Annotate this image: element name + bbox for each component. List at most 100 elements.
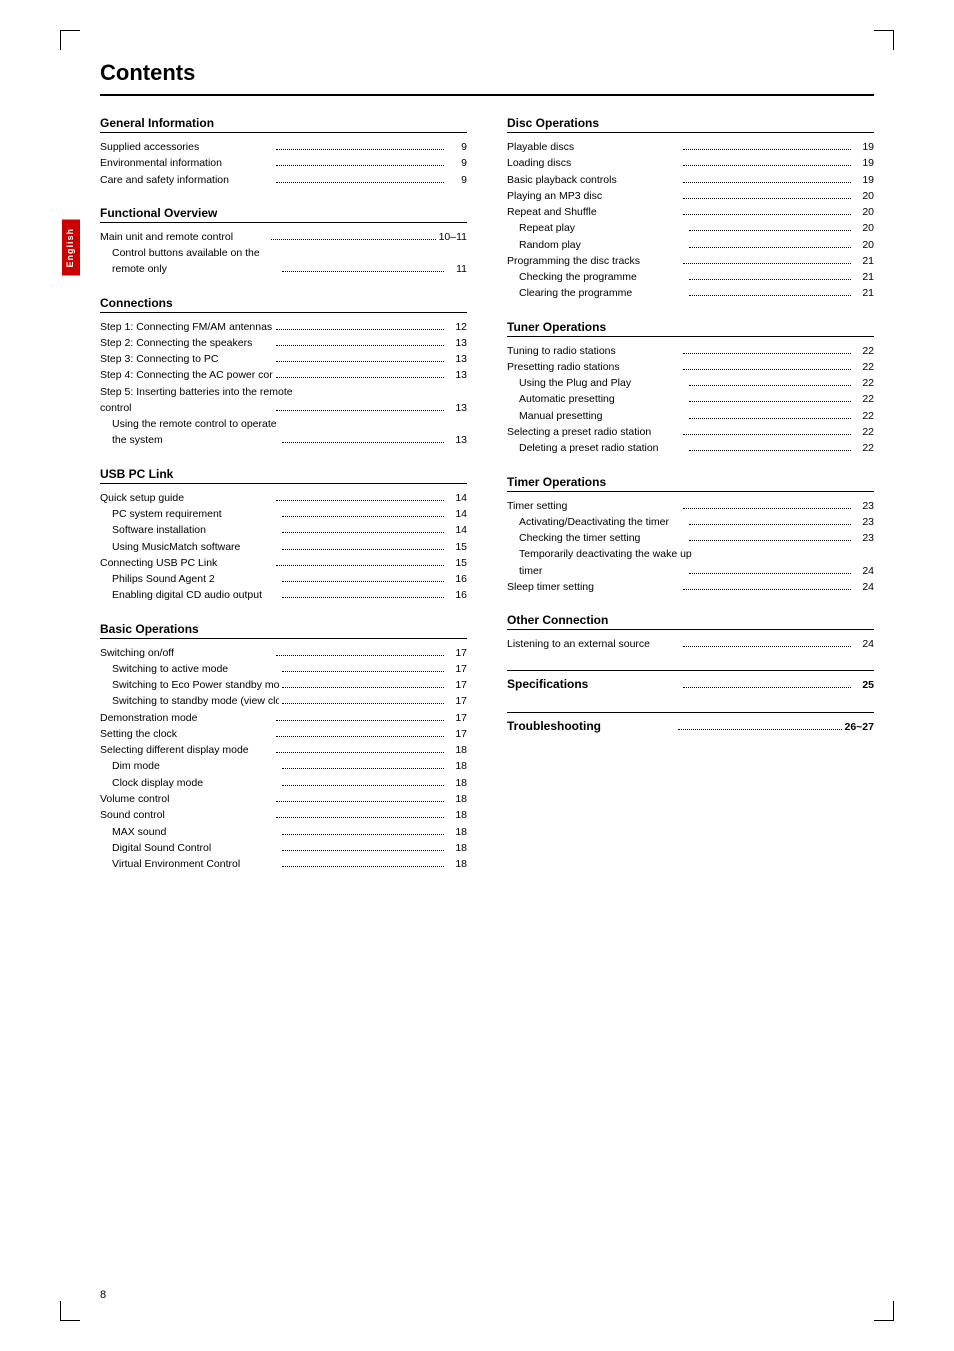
toc-entry: Virtual Environment Control 18 bbox=[100, 856, 467, 872]
entry-page: 13 bbox=[447, 400, 467, 416]
entry-dots bbox=[282, 834, 445, 835]
entry-text: Troubleshooting bbox=[507, 717, 675, 736]
entry-text: Selecting a preset radio station bbox=[507, 424, 680, 440]
entry-page: 15 bbox=[447, 555, 467, 571]
entry-page: 17 bbox=[447, 693, 467, 709]
entry-page: 16 bbox=[447, 571, 467, 587]
entry-text: Using the remote control to operate bbox=[100, 416, 467, 432]
entry-page: 9 bbox=[447, 139, 467, 155]
entry-dots bbox=[276, 361, 445, 362]
entry-page: 21 bbox=[854, 253, 874, 269]
corner-mark-tl bbox=[60, 30, 80, 50]
section-tuner-operations: Tuner OperationsTuning to radio stations… bbox=[507, 320, 874, 457]
entry-dots bbox=[276, 752, 445, 753]
entry-page: 18 bbox=[447, 824, 467, 840]
toc-entry: PC system requirement14 bbox=[100, 506, 467, 522]
section-title-connections: Connections bbox=[100, 296, 467, 313]
entry-text: Timer setting bbox=[507, 498, 680, 514]
entry-text: Activating/Deactivating the timer bbox=[507, 514, 686, 530]
entry-page: 18 bbox=[447, 791, 467, 807]
entry-page: 17 bbox=[447, 661, 467, 677]
toc-entry: remote only11 bbox=[100, 261, 467, 277]
toc-entry: Temporarily deactivating the wake up bbox=[507, 546, 874, 562]
entry-dots bbox=[282, 703, 445, 704]
toc-entry: Programming the disc tracks21 bbox=[507, 253, 874, 269]
entry-dots bbox=[678, 729, 842, 730]
entry-dots bbox=[276, 500, 445, 501]
entry-dots bbox=[276, 182, 445, 183]
entry-page: 15 bbox=[447, 539, 467, 555]
entry-page: 22 bbox=[854, 408, 874, 424]
toc-entry: Enabling digital CD audio output16 bbox=[100, 587, 467, 603]
toc-entry: Switching on/off17 bbox=[100, 645, 467, 661]
entry-text: Enabling digital CD audio output bbox=[100, 587, 279, 603]
toc-entry: Sleep timer setting24 bbox=[507, 579, 874, 595]
entry-text: Random play bbox=[507, 237, 686, 253]
entry-text: Environmental information bbox=[100, 155, 273, 171]
entry-text: Repeat and Shuffle bbox=[507, 204, 680, 220]
page-title: Contents bbox=[100, 60, 874, 96]
entry-text: Basic playback controls bbox=[507, 172, 680, 188]
toc-entry: Switching to standby mode (view clock) 17 bbox=[100, 693, 467, 709]
entry-text: Setting the clock bbox=[100, 726, 273, 742]
toc-entry: Timer setting23 bbox=[507, 498, 874, 514]
entry-dots bbox=[689, 540, 852, 541]
section-specifications: Specifications25 bbox=[507, 670, 874, 694]
entry-text: Virtual Environment Control bbox=[100, 856, 279, 872]
entry-page: 20 bbox=[854, 237, 874, 253]
entry-page: 23 bbox=[854, 514, 874, 530]
toc-entry: Basic playback controls19 bbox=[507, 172, 874, 188]
entry-text: the system bbox=[100, 432, 279, 448]
entry-dots bbox=[282, 271, 445, 272]
entry-text: Step 4: Connecting the AC power cord bbox=[100, 367, 273, 383]
toc-entry: Step 2: Connecting the speakers13 bbox=[100, 335, 467, 351]
entry-page: 24 bbox=[854, 563, 874, 579]
entry-dots bbox=[282, 549, 445, 550]
entry-page: 18 bbox=[447, 840, 467, 856]
section-title-other-connection: Other Connection bbox=[507, 613, 874, 630]
section-title-timer-operations: Timer Operations bbox=[507, 475, 874, 492]
toc-entry: Listening to an external source 24 bbox=[507, 636, 874, 652]
toc-entry: Repeat play20 bbox=[507, 220, 874, 236]
entry-text: Quick setup guide bbox=[100, 490, 273, 506]
section-title-usb-pc-link: USB PC Link bbox=[100, 467, 467, 484]
entry-text: Automatic presetting bbox=[507, 391, 686, 407]
entry-text: Playing an MP3 disc bbox=[507, 188, 680, 204]
entry-page: 13 bbox=[447, 432, 467, 448]
entry-text: Step 3: Connecting to PC bbox=[100, 351, 273, 367]
entry-page: 21 bbox=[854, 285, 874, 301]
toc-entry: Volume control18 bbox=[100, 791, 467, 807]
page: English 8 Contents General InformationSu… bbox=[0, 0, 954, 1351]
entry-page: 23 bbox=[854, 530, 874, 546]
entry-text: Switching to standby mode (view clock) bbox=[100, 693, 279, 709]
toc-entry: Selecting different display mode18 bbox=[100, 742, 467, 758]
section-title-tuner-operations: Tuner Operations bbox=[507, 320, 874, 337]
entry-dots bbox=[689, 524, 852, 525]
toc-columns: General InformationSupplied accessories9… bbox=[100, 116, 874, 890]
toc-entry: Repeat and Shuffle20 bbox=[507, 204, 874, 220]
toc-entry: Clearing the programme21 bbox=[507, 285, 874, 301]
toc-entry: Using MusicMatch software15 bbox=[100, 539, 467, 555]
entry-text: Software installation bbox=[100, 522, 279, 538]
entry-dots bbox=[683, 198, 852, 199]
entry-page: 18 bbox=[447, 775, 467, 791]
section-disc-operations: Disc OperationsPlayable discs19Loading d… bbox=[507, 116, 874, 302]
entry-text: Listening to an external source bbox=[507, 636, 680, 652]
entry-text: Switching to active mode bbox=[100, 661, 279, 677]
entry-page: 17 bbox=[447, 726, 467, 742]
entry-dots bbox=[683, 369, 852, 370]
toc-entry: Supplied accessories9 bbox=[100, 139, 467, 155]
entry-page: 18 bbox=[447, 742, 467, 758]
entry-text: Switching to Eco Power standby mode bbox=[100, 677, 279, 693]
entry-page: 18 bbox=[447, 856, 467, 872]
entry-dots bbox=[683, 646, 852, 647]
entry-page: 22 bbox=[854, 359, 874, 375]
entry-page: 18 bbox=[447, 807, 467, 823]
entry-page: 17 bbox=[447, 710, 467, 726]
entry-page: 14 bbox=[447, 490, 467, 506]
section-title-functional-overview: Functional Overview bbox=[100, 206, 467, 223]
entry-page: 13 bbox=[447, 351, 467, 367]
entry-dots bbox=[271, 239, 435, 240]
toc-entry: Specifications25 bbox=[507, 670, 874, 694]
entry-page: 24 bbox=[854, 636, 874, 652]
